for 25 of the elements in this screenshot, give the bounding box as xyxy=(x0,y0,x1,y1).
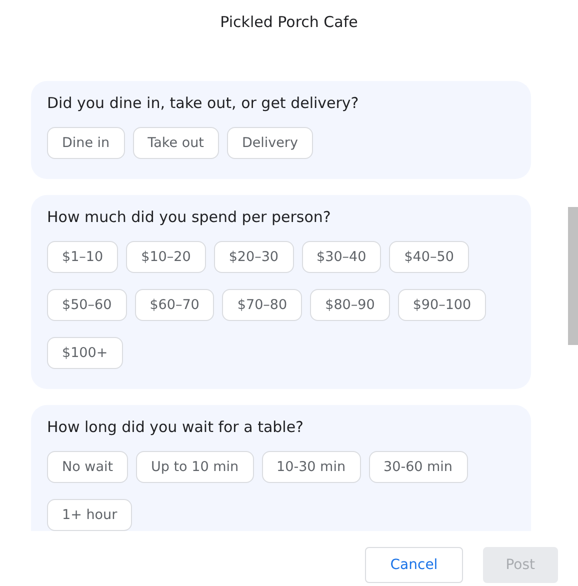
option-chip[interactable]: $1–10 xyxy=(47,241,118,273)
option-chip[interactable]: 10-30 min xyxy=(262,451,361,483)
option-chip[interactable]: $100+ xyxy=(47,337,123,369)
option-chip[interactable]: $60–70 xyxy=(134,289,214,321)
option-chip[interactable]: 1+ hour xyxy=(47,499,132,531)
question-text: How much did you spend per person? xyxy=(47,207,332,227)
option-chip[interactable]: Up to 10 min xyxy=(136,451,254,483)
cancel-button[interactable]: Cancel xyxy=(365,546,463,582)
option-chip[interactable]: $40–50 xyxy=(389,241,469,273)
option-chip[interactable]: No wait xyxy=(47,451,128,483)
question-text: How long did you wait for a table? xyxy=(47,417,305,437)
dialog-title: Pickled Porch Cafe xyxy=(220,13,358,31)
option-chip[interactable]: Take out xyxy=(132,127,219,159)
option-chip[interactable]: $70–80 xyxy=(222,289,302,321)
option-chip[interactable]: $50–60 xyxy=(47,289,127,321)
option-chip[interactable]: $20–30 xyxy=(214,241,294,273)
option-chip[interactable]: Dine in xyxy=(47,127,125,159)
question-text: Did you dine in, take out, or get delivery? xyxy=(47,93,360,113)
option-chip[interactable]: 30-60 min xyxy=(368,451,468,483)
option-chip[interactable]: $90–100 xyxy=(398,289,486,321)
option-chip[interactable]: $30–40 xyxy=(302,241,382,273)
option-chip[interactable]: $80–90 xyxy=(310,289,390,321)
option-chip[interactable]: $10–20 xyxy=(126,241,206,273)
scrollbar-thumb[interactable] xyxy=(568,207,578,345)
option-chip[interactable]: Delivery xyxy=(226,127,313,159)
